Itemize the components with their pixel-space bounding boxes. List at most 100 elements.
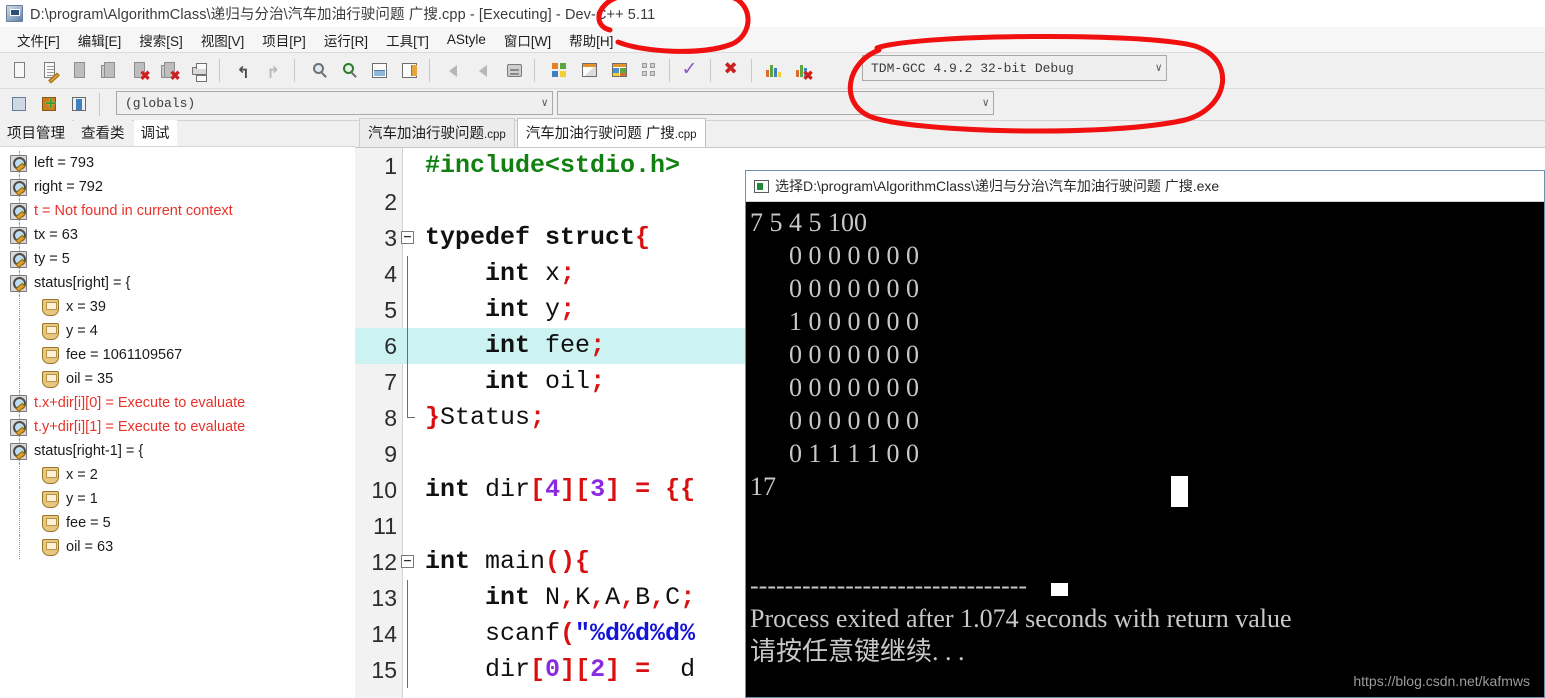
watch-tree-row[interactable]: oil = 35 xyxy=(0,367,355,391)
watch-tree-row[interactable]: left = 793 xyxy=(0,151,355,175)
scope-combo[interactable]: (globals) ∨ xyxy=(116,91,553,115)
tab-debug[interactable]: 调试 xyxy=(133,120,177,146)
editor-tab-1-name: 汽车加油行驶问题 xyxy=(368,126,484,142)
menu-item-file[interactable]: 文件[F] xyxy=(8,28,69,52)
fold-toggle-icon[interactable]: − xyxy=(401,231,414,244)
new-file-button[interactable] xyxy=(6,58,32,84)
code-text: }Status; xyxy=(425,403,546,432)
close-all-button[interactable]: ✖ xyxy=(156,58,182,84)
menu-item-help[interactable]: 帮助[H] xyxy=(560,28,622,52)
run-button[interactable] xyxy=(576,58,602,84)
watch-tree-row[interactable]: fee = 1061109567 xyxy=(0,343,355,367)
editor-tab-2[interactable]: 汽车加油行驶问题 广搜.cpp xyxy=(516,118,706,147)
watch-icon xyxy=(10,418,27,436)
watch-tree-row[interactable]: −status[right] = { xyxy=(0,271,355,295)
code-text: int x; xyxy=(485,259,576,288)
replace-button[interactable] xyxy=(336,58,362,84)
menu-item-run[interactable]: 运行[R] xyxy=(315,28,377,52)
editor-tab-1-ext: .cpp xyxy=(484,129,506,141)
redo-button[interactable]: ↱ xyxy=(261,58,287,84)
watch-tree-label: t.y+dir[i][1] = Execute to evaluate xyxy=(34,419,246,435)
print-button[interactable] xyxy=(186,58,212,84)
goto-line-button[interactable] xyxy=(366,58,392,84)
tree-guide-line xyxy=(19,367,20,391)
tree-guide-line xyxy=(19,511,20,535)
tab-project-manager[interactable]: 项目管理 xyxy=(0,120,72,146)
line-number: 13 xyxy=(371,585,397,611)
watch-icon xyxy=(10,250,27,268)
member-icon xyxy=(42,298,59,316)
line-number: 3 xyxy=(384,225,397,251)
stop-execution-button[interactable]: ✖ xyxy=(718,58,744,84)
watch-tree-row[interactable]: y = 1 xyxy=(0,487,355,511)
tree-guide-line xyxy=(19,295,20,319)
console-title-bar: 选择D:\program\AlgorithmClass\递归与分治\汽车加油行驶… xyxy=(746,171,1544,202)
line-number: 11 xyxy=(373,513,397,539)
menu-item-window[interactable]: 窗口[W] xyxy=(495,28,560,52)
watch-tree-label: left = 793 xyxy=(34,155,95,171)
watch-tree-label: x = 2 xyxy=(66,467,98,483)
watch-tree-row[interactable]: t = Not found in current context xyxy=(0,199,355,223)
member-icon xyxy=(42,490,59,508)
devcpp-icon xyxy=(6,5,23,22)
editor-tab-1[interactable]: 汽车加油行驶问题.cpp xyxy=(359,118,515,147)
save-all-button[interactable] xyxy=(96,58,122,84)
back-button[interactable] xyxy=(441,58,467,84)
find-button[interactable] xyxy=(306,58,332,84)
watch-tree-label: right = 792 xyxy=(34,179,103,195)
tab-class-browser[interactable]: 查看类 xyxy=(74,120,132,146)
menu-item-search[interactable]: 搜索[S] xyxy=(130,28,192,52)
compile-run-button[interactable] xyxy=(606,58,632,84)
watch-tree-row[interactable]: x = 2 xyxy=(0,463,355,487)
watch-tree-row[interactable]: t.y+dir[i][1] = Execute to evaluate xyxy=(0,415,355,439)
watch-tree-row[interactable]: x = 39 xyxy=(0,295,355,319)
watch-tree-row[interactable]: oil = 63 xyxy=(0,535,355,559)
toggle-panel-button[interactable] xyxy=(66,92,92,118)
compile-button[interactable] xyxy=(546,58,572,84)
watch-tree[interactable]: left = 793 right = 792 t = Not found in cu… xyxy=(0,146,355,698)
member-combo[interactable]: ∨ xyxy=(557,91,994,115)
navigate-toolbar-group xyxy=(435,58,529,84)
watch-tree-row[interactable]: −status[right-1] = { xyxy=(0,439,355,463)
undo-button[interactable]: ↰ xyxy=(231,58,257,84)
compiler-set-combo[interactable]: TDM-GCC 4.9.2 32-bit Debug ∨ xyxy=(862,55,1167,81)
add-watch-button[interactable] xyxy=(6,92,32,118)
open-file-button[interactable] xyxy=(36,58,62,84)
watch-icon xyxy=(10,178,27,196)
menu-item-tools[interactable]: 工具[T] xyxy=(377,28,438,52)
file-toolbar-group: ✖ ✖ xyxy=(0,58,214,84)
code-text: int N,K,A,B,C; xyxy=(485,583,696,612)
code-text: typedef struct{ xyxy=(425,223,651,252)
watch-tree-row[interactable]: right = 792 xyxy=(0,175,355,199)
watch-tree-row[interactable]: ty = 5 xyxy=(0,247,355,271)
left-panel-tabs: 项目管理 查看类 调试 xyxy=(0,120,355,146)
forward-button[interactable] xyxy=(471,58,497,84)
insert-button[interactable] xyxy=(36,92,62,118)
tree-guide-line xyxy=(19,463,20,487)
goto-function-button[interactable] xyxy=(396,58,422,84)
watch-icon xyxy=(10,226,27,244)
save-file-button[interactable] xyxy=(66,58,92,84)
line-number: 14 xyxy=(371,621,397,647)
menu-item-project[interactable]: 项目[P] xyxy=(253,28,315,52)
menu-item-astyle[interactable]: AStyle xyxy=(438,30,495,49)
tree-guide-line xyxy=(19,487,20,511)
fold-toggle-icon[interactable]: − xyxy=(401,555,414,568)
rebuild-all-button[interactable] xyxy=(636,58,662,84)
watch-tree-row[interactable]: t.x+dir[i][0] = Execute to evaluate xyxy=(0,391,355,415)
menu-item-view[interactable]: 视图[V] xyxy=(192,28,254,52)
watch-tree-row[interactable]: fee = 5 xyxy=(0,511,355,535)
line-number: 2 xyxy=(384,189,397,215)
toggle-bookmark-button[interactable] xyxy=(501,58,527,84)
watch-tree-label: oil = 63 xyxy=(66,539,114,555)
watch-tree-row[interactable]: y = 4 xyxy=(0,319,355,343)
close-file-button[interactable]: ✖ xyxy=(126,58,152,84)
toolbar-separator xyxy=(534,59,535,82)
watch-tree-row[interactable]: tx = 63 xyxy=(0,223,355,247)
console-window[interactable]: 选择D:\program\AlgorithmClass\递归与分治\汽车加油行驶… xyxy=(745,170,1545,698)
delete-profile-button[interactable]: ✖ xyxy=(789,58,815,84)
profile-button[interactable] xyxy=(759,58,785,84)
menu-item-edit[interactable]: 编辑[E] xyxy=(69,28,131,52)
syntax-check-button[interactable]: ✓ xyxy=(677,58,703,84)
editor-tab-2-name: 汽车加油行驶问题 广搜 xyxy=(525,126,675,142)
